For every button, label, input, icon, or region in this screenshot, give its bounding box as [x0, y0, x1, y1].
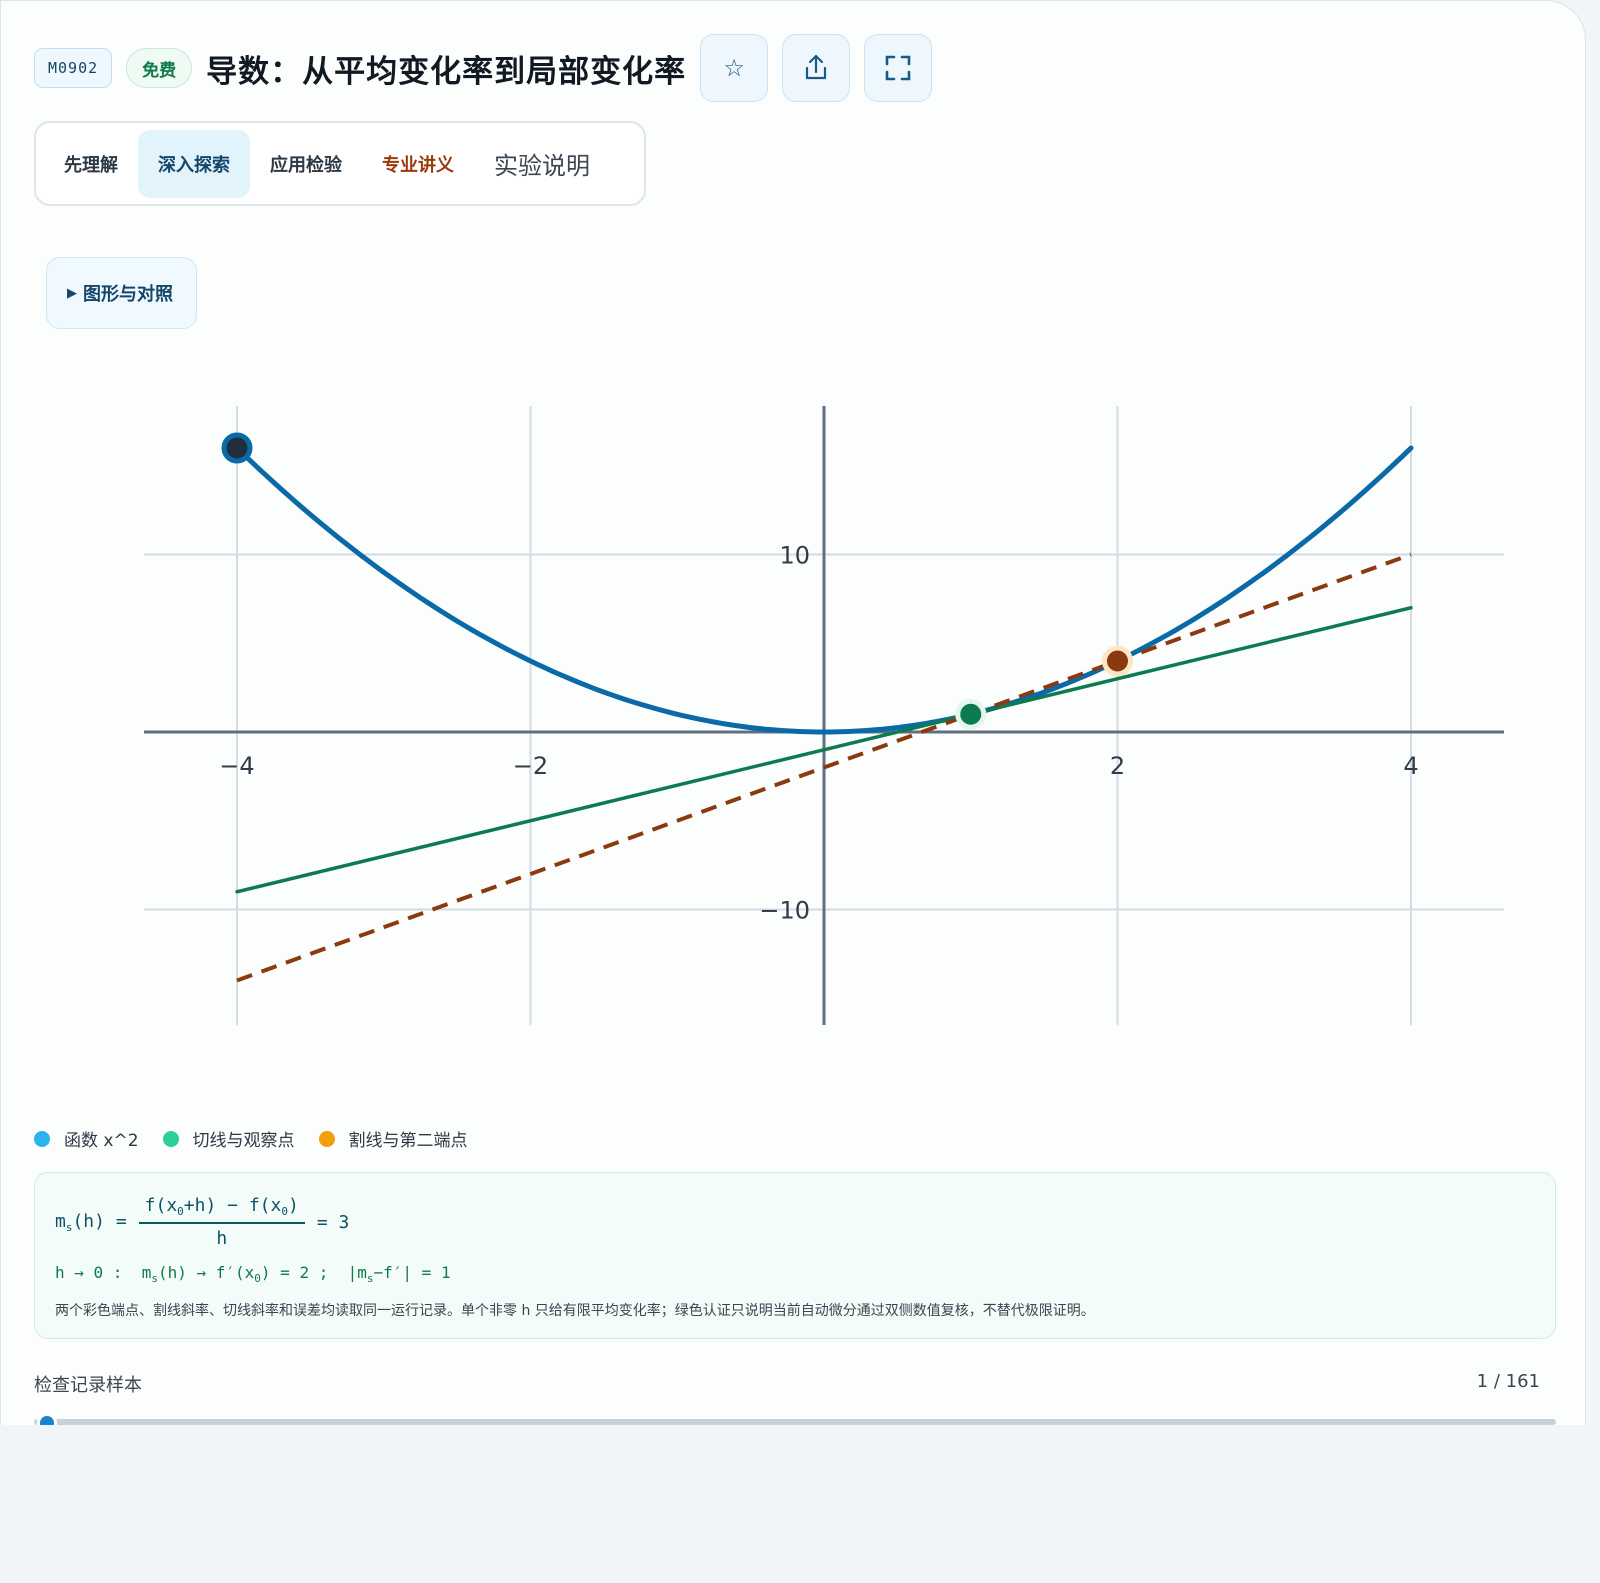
chart-point-1	[221, 432, 253, 464]
legend-item-function: 函数 x^2	[34, 1126, 139, 1151]
sample-label: 检查记录样本	[34, 1375, 142, 1396]
lesson-card: M0902 免费 导数：从平均变化率到局部变化率 ☆ 先理解 深入探索 应用检验…	[0, 0, 1586, 1425]
x-tick-label: 4	[1403, 752, 1418, 780]
star-icon: ☆	[723, 54, 745, 82]
legend-dot-function	[34, 1130, 50, 1147]
graph-section-toggle[interactable]: ▶ 图形与对照	[46, 257, 197, 329]
legend-dot-tangent	[162, 1130, 179, 1147]
derivative-value: 2	[299, 1263, 310, 1282]
graph-section-label: 图形与对照	[83, 284, 173, 305]
error-value: 1	[440, 1263, 451, 1282]
x-tick-label: −4	[219, 752, 254, 780]
legend-item-tangent: 切线与观察点	[162, 1126, 295, 1151]
formula-panel: ms(h) = f(x0+h) − f(x0) h = 3 h → 0 : ms…	[34, 1172, 1556, 1339]
legend-dot-secant	[318, 1130, 335, 1147]
header: M0902 免费 导数：从平均变化率到局部变化率 ☆	[34, 33, 933, 103]
favorite-button[interactable]: ☆	[700, 34, 769, 102]
secant-slope-value: 3	[338, 1211, 350, 1233]
tab-understand[interactable]: 先理解	[44, 130, 138, 198]
difference-quotient: f(x0+h) − f(x0) h	[138, 1195, 305, 1249]
limit-line: h → 0 : ms(h) → f′(x0) = 2 ; |ms−f′| = 1	[55, 1263, 451, 1285]
tab-lecture[interactable]: 专业讲义	[362, 130, 474, 198]
legend-label-tangent: 切线与观察点	[192, 1131, 295, 1151]
expand-triangle-icon: ▶	[67, 285, 77, 301]
tab-instructions[interactable]: 实验说明	[474, 130, 610, 198]
chart-point-2	[955, 698, 987, 730]
secant-slope-formula: ms(h) = f(x0+h) − f(x0) h = 3	[55, 1195, 350, 1249]
tab-apply[interactable]: 应用检验	[250, 130, 362, 198]
formula-note: 两个彩色端点、割线斜率、切线斜率和误差均读取同一运行记录。单个非零 h 只给有限…	[55, 1303, 1095, 1319]
share-button[interactable]	[782, 34, 851, 102]
sample-count: 1 / 161	[1476, 1371, 1540, 1392]
page-title: 导数：从平均变化率到局部变化率	[206, 53, 687, 90]
sample-slider-track[interactable]	[34, 1419, 1556, 1425]
tab-explore[interactable]: 深入探索	[138, 129, 250, 198]
y-tick-label: −10	[759, 897, 810, 925]
sample-slider-thumb[interactable]	[37, 1413, 57, 1425]
share-icon	[806, 54, 827, 80]
x-tick-label: −2	[513, 752, 548, 780]
x-tick-label: 2	[1110, 752, 1125, 780]
legend-label-function: 函数 x^2	[64, 1131, 139, 1151]
fullscreen-icon	[885, 55, 911, 81]
lesson-code-badge: M0902	[34, 48, 113, 88]
chart-legend: 函数 x^2 切线与观察点 割线与第二端点	[34, 1126, 492, 1151]
legend-label-secant: 割线与第二端点	[348, 1131, 468, 1151]
fullscreen-button[interactable]	[864, 34, 933, 102]
derivative-chart[interactable]: −4 −2 2 4 10 −10	[1, 351, 1586, 1071]
chart-point-3	[1102, 645, 1133, 677]
legend-item-secant: 割线与第二端点	[318, 1126, 468, 1151]
free-badge: 免费	[126, 48, 193, 88]
tab-bar: 先理解 深入探索 应用检验 专业讲义 实验说明	[34, 121, 646, 206]
y-tick-label: 10	[779, 542, 810, 570]
